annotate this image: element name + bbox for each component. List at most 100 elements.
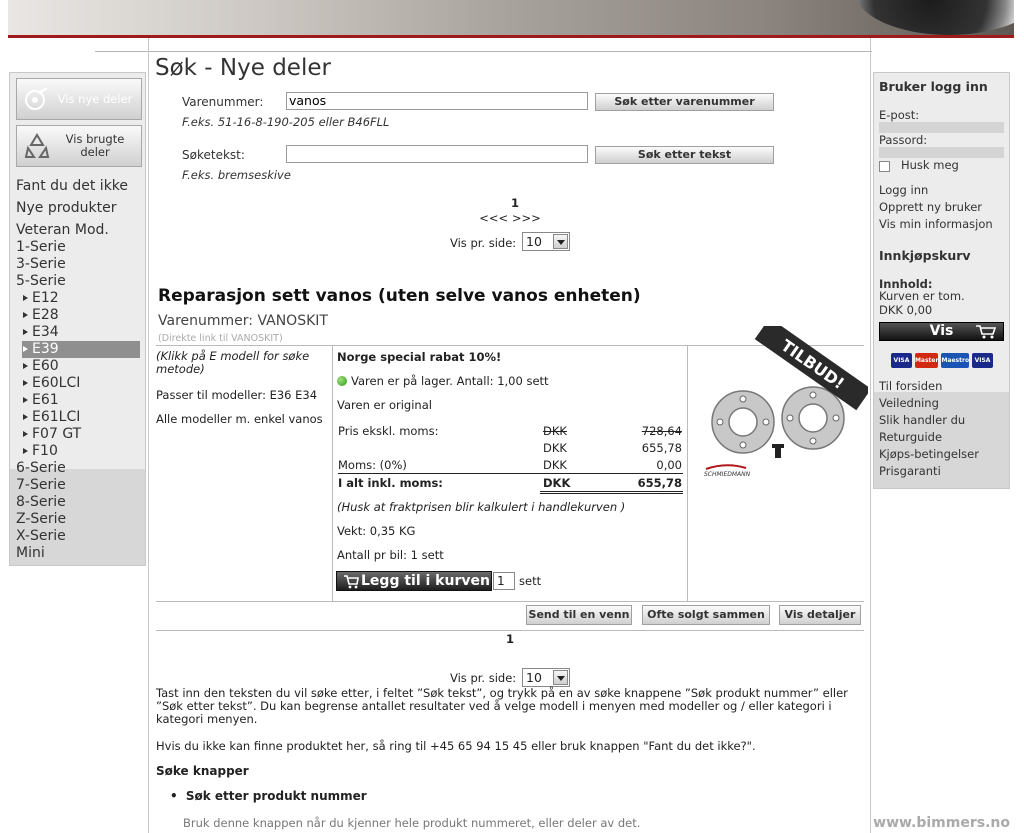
menu-series-6[interactable]: 6-Serie bbox=[16, 460, 66, 477]
menu-mini[interactable]: Mini bbox=[16, 545, 45, 562]
search-part-number-button[interactable]: Søk etter varenummer bbox=[595, 93, 774, 111]
in-stock-indicator-icon bbox=[337, 376, 347, 386]
menu-not-found[interactable]: Fant du det ikke bbox=[16, 178, 128, 195]
help-bullet: • Søk etter produkt nummer bbox=[170, 789, 367, 803]
search-text-hint: F.eks. bremseskive bbox=[182, 168, 291, 182]
page-number-bottom: 1 bbox=[505, 632, 514, 646]
recycle-icon bbox=[24, 133, 50, 158]
chevron-down-icon bbox=[553, 670, 568, 685]
vat-label: Moms: (0%) bbox=[338, 458, 407, 472]
total-currency: DKK bbox=[543, 476, 571, 490]
add-to-cart-button[interactable]: Legg til i kurven bbox=[336, 571, 492, 591]
fits-models: Passer til modeller: E36 E34 bbox=[156, 388, 318, 402]
info-link-price-guarantee[interactable]: Prisgaranti bbox=[879, 463, 941, 480]
header-banner bbox=[8, 0, 1014, 38]
product-direct-link[interactable]: (Direkte link til VANOSKIT) bbox=[158, 333, 283, 344]
menu-model-e12[interactable]: E12 bbox=[22, 290, 140, 307]
freight-note: (Husk at fraktprisen blir kalkulert i ha… bbox=[337, 500, 626, 514]
help-paragraph-1: Tast inn den teksten du vil søke etter, … bbox=[156, 686, 848, 726]
total-value: 655,78 bbox=[637, 476, 682, 490]
help-paragraph-2: Hvis du ikke kan finne produktet her, så… bbox=[156, 739, 756, 753]
menu-model-f07gt[interactable]: F07 GT bbox=[22, 426, 140, 443]
search-text-button[interactable]: Søk etter tekst bbox=[595, 146, 774, 164]
menu-series-3[interactable]: 3-Serie bbox=[16, 256, 66, 273]
price-ex-vat-label: Pris ekskl. moms: bbox=[338, 424, 439, 438]
top-divider bbox=[95, 51, 872, 52]
menu-series-5[interactable]: 5-Serie bbox=[16, 273, 66, 290]
show-new-parts-button[interactable]: Vis nye deler bbox=[16, 78, 142, 120]
create-user-link[interactable]: Opprett ny bruker bbox=[879, 199, 982, 216]
info-link-guide[interactable]: Veiledning bbox=[879, 395, 939, 412]
menu-series-z[interactable]: Z-Serie bbox=[16, 511, 66, 528]
menu-model-e34[interactable]: E34 bbox=[22, 324, 140, 341]
menu-model-f10[interactable]: F10 bbox=[22, 443, 140, 460]
menu-model-e39-selected[interactable]: E39 bbox=[22, 341, 140, 358]
show-cart-button[interactable]: Vis bbox=[879, 322, 1004, 341]
info-link-terms[interactable]: Kjøps-betingelser bbox=[879, 446, 979, 463]
help-heading: Søke knapper bbox=[156, 764, 249, 778]
search-text-label: Søketekst: bbox=[182, 148, 245, 162]
menu-series-1[interactable]: 1-Serie bbox=[16, 239, 66, 256]
cart-icon bbox=[976, 325, 997, 339]
show-used-parts-button[interactable]: Vis brugte deler bbox=[16, 125, 142, 167]
original-text: Varen er original bbox=[337, 398, 432, 412]
menu-series-8[interactable]: 8-Serie bbox=[16, 494, 66, 511]
product-title: Reparasjon sett vanos (uten selve vanos … bbox=[158, 286, 641, 306]
search-text-input[interactable] bbox=[286, 145, 588, 163]
cart-title: Innkjøpskurv bbox=[879, 248, 971, 263]
menu-series-7[interactable]: 7-Serie bbox=[16, 477, 66, 494]
remember-me-checkbox[interactable] bbox=[879, 161, 890, 172]
model-click-hint: (Klikk på E modell for søke metode) bbox=[156, 349, 310, 376]
schmiedmann-logo-text: SCHMIEDMANN bbox=[704, 471, 751, 478]
old-price: 728,64 bbox=[641, 424, 682, 438]
banner-car-image bbox=[854, 0, 1014, 35]
quantity-unit: sett bbox=[519, 574, 542, 588]
my-info-link[interactable]: Vis min informasjon bbox=[879, 216, 993, 233]
visa-card-icon: VISA bbox=[891, 353, 912, 368]
new-price: 655,78 bbox=[641, 441, 682, 455]
site-watermark: www.bimmers.no bbox=[873, 815, 1010, 831]
old-price-currency: DKK bbox=[543, 424, 567, 438]
menu-veteran[interactable]: Veteran Mod. bbox=[16, 222, 109, 239]
per-page-select-bottom[interactable]: 10 bbox=[522, 668, 570, 687]
per-page-label-bottom: Vis pr. side: bbox=[450, 671, 517, 685]
all-models: Alle modeller m. enkel vanos bbox=[156, 412, 323, 426]
vat-currency: DKK bbox=[543, 458, 567, 472]
chevron-down-icon bbox=[553, 234, 568, 249]
cart-icon bbox=[344, 575, 359, 589]
menu-new-products[interactable]: Nye produkter bbox=[16, 200, 116, 217]
remember-me-label: Husk meg bbox=[901, 158, 959, 172]
menu-series-x[interactable]: X-Serie bbox=[16, 528, 66, 545]
info-link-how-to-buy[interactable]: Slik handler du bbox=[879, 412, 965, 429]
vat-value: 0,00 bbox=[656, 458, 682, 472]
info-link-home[interactable]: Til forsiden bbox=[879, 378, 942, 395]
menu-model-e60[interactable]: E60 bbox=[22, 358, 140, 375]
product-image[interactable]: SCHMIEDMANN TILBUD! bbox=[688, 326, 868, 494]
mastercard-icon: Master bbox=[914, 353, 939, 368]
discount-text: Norge special rabat 10%! bbox=[337, 350, 502, 364]
weight: Vekt: 0,35 KG bbox=[337, 524, 416, 538]
page-title: Søk - Nye deler bbox=[155, 55, 331, 81]
info-link-returns[interactable]: Returguide bbox=[879, 429, 942, 446]
quantity-input[interactable]: 1 bbox=[493, 572, 515, 590]
part-number-label: Varenummer: bbox=[182, 95, 264, 109]
left-sidebar: Vis nye deler Vis brugte deler Fant du d… bbox=[9, 72, 146, 566]
login-link[interactable]: Logg inn bbox=[879, 182, 928, 199]
show-details-button[interactable]: Vis detaljer bbox=[779, 605, 861, 625]
new-parts-icon bbox=[25, 87, 48, 110]
send-to-friend-button[interactable]: Send til en venn bbox=[526, 605, 632, 625]
help-bullet-description: Bruk denne knappen når du kjenner hele p… bbox=[183, 816, 641, 830]
often-sold-together-button[interactable]: Ofte solgt sammen bbox=[642, 605, 770, 625]
menu-model-e61[interactable]: E61 bbox=[22, 392, 140, 409]
cart-total: DKK 0,00 bbox=[879, 303, 933, 317]
page-nav-arrows[interactable]: <<< >>> bbox=[470, 211, 550, 225]
menu-model-e60lci[interactable]: E60LCI bbox=[22, 375, 140, 392]
cart-empty: Kurven er tom. bbox=[879, 289, 965, 303]
per-page-select[interactable]: 10 bbox=[522, 232, 570, 251]
offer-badge: TILBUD! bbox=[777, 336, 848, 393]
total-label: I alt inkl. moms: bbox=[338, 476, 443, 490]
part-number-input[interactable]: vanos bbox=[286, 92, 588, 110]
menu-model-e61lci[interactable]: E61LCI bbox=[22, 409, 140, 426]
menu-model-e28[interactable]: E28 bbox=[22, 307, 140, 324]
part-number-hint: F.eks. 51-16-8-190-205 eller B46FLL bbox=[182, 115, 390, 129]
